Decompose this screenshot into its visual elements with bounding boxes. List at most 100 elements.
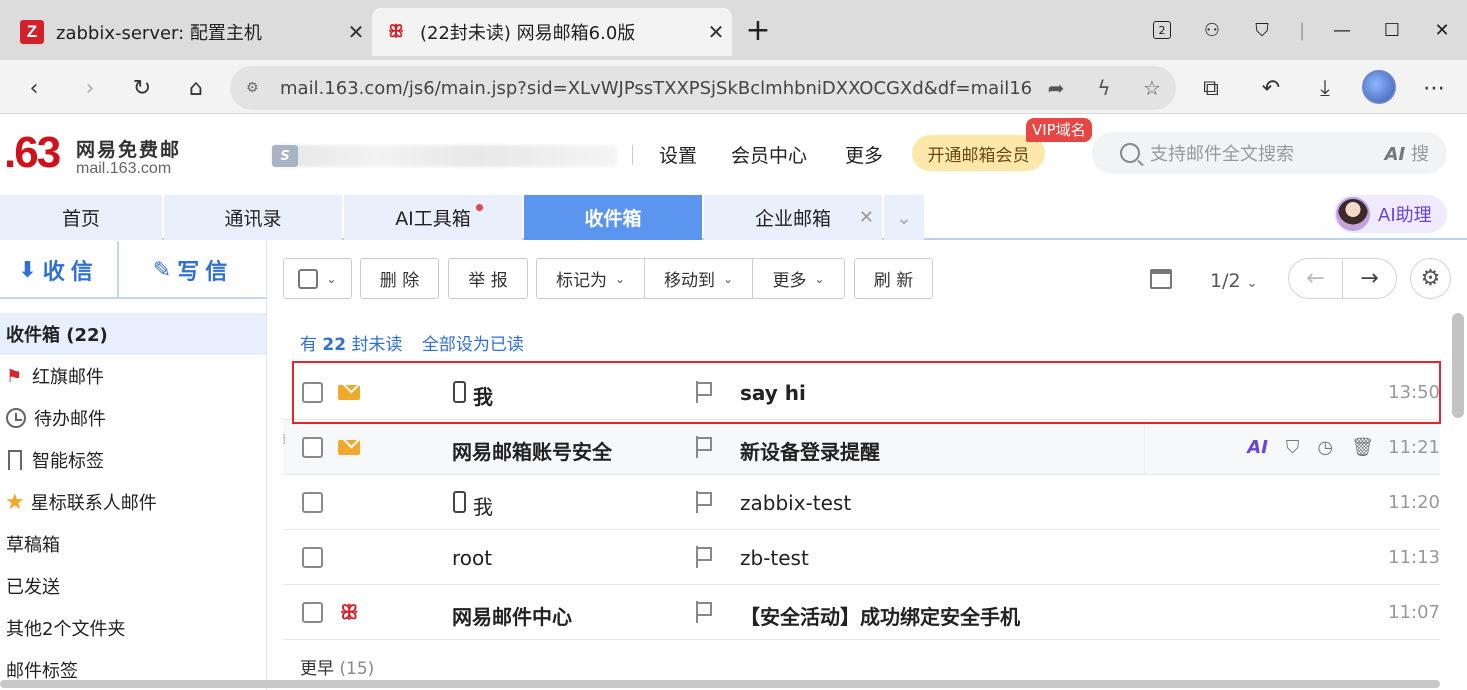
share-icon[interactable]: ➦ [1032, 76, 1080, 100]
incognito-icon[interactable]: ⚇ [1187, 0, 1237, 60]
folder-red-flag[interactable]: ⚑ 红旗邮件 [0, 355, 266, 397]
refresh-button[interactable]: 刷 新 [854, 258, 933, 299]
member-center-link[interactable]: 会员中心 [731, 141, 807, 168]
older-mails-group[interactable]: 更早 (15) [300, 654, 374, 679]
mail-subject: zabbix-test [740, 491, 852, 515]
folder-sent[interactable]: 已发送 [0, 565, 266, 607]
browser-tab-mail[interactable]: ꕥ (22封未读) 网易邮箱6.0版 ✕ [372, 8, 732, 56]
new-tab-button[interactable]: + [740, 14, 776, 50]
folder-other[interactable]: 其他2个文件夹 [0, 607, 266, 649]
folder-todo[interactable]: 待办邮件 [0, 397, 266, 439]
row-checkbox[interactable] [302, 492, 323, 513]
more-dropdown[interactable]: 更多 ⌄ [752, 258, 845, 299]
mail-row[interactable]: root zb-test 11:13 [283, 530, 1440, 585]
browser-titlebar: Z zabbix-server: 配置主机 ✕ ꕥ (22封未读) 网易邮箱6.… [0, 0, 1467, 60]
menu-dots-icon[interactable]: ⋯ [1416, 70, 1452, 106]
close-icon[interactable]: ✕ [859, 207, 874, 228]
trash-icon[interactable]: 🗑 [1351, 437, 1374, 458]
window-controls: 2 ⚇ ⛉ | — ☐ ✕ [1137, 0, 1467, 60]
undo-dropdown-icon[interactable]: ↶ [1253, 70, 1289, 106]
star-bookmark-icon[interactable]: ☆ [1128, 76, 1176, 100]
mark-all-read-link[interactable]: 全部设为已读 [422, 335, 524, 355]
mail-row[interactable]: 我 say hi 13:50 [283, 365, 1440, 420]
folder-starred-contacts[interactable]: ★ 星标联系人邮件 [0, 481, 266, 523]
select-all-dropdown[interactable]: ⌄ [283, 258, 352, 299]
tab-home[interactable]: 首页 [0, 195, 162, 240]
search-input[interactable]: 支持邮件全文搜索 AI 搜 [1092, 132, 1447, 174]
mail-row[interactable]: ⁞ 网易邮箱账号安全 新设备登录提醒 AI ⛉ ◷ 🗑 11:21 [282, 420, 1440, 475]
extension-shirt-icon[interactable]: ⛉ [1237, 0, 1287, 60]
mail-time: 11:20 [1388, 492, 1440, 513]
profile-avatar[interactable] [1362, 70, 1396, 104]
flag-icon[interactable] [696, 436, 712, 458]
back-icon[interactable]: ‹ [16, 70, 52, 106]
row-checkbox[interactable] [302, 437, 323, 458]
page-selector[interactable]: 1/2 ⌄ [1210, 270, 1258, 292]
account-name-blurred[interactable] [272, 145, 617, 167]
flag-icon[interactable] [696, 546, 712, 568]
maximize-icon[interactable]: ☐ [1367, 0, 1417, 60]
tab-enterprise-mail[interactable]: 企业邮箱 ✕ [704, 195, 882, 240]
mark-as-dropdown[interactable]: 标记为 ⌄ [536, 258, 645, 299]
ai-search-button[interactable]: AI 搜 [1385, 140, 1429, 166]
logo-163[interactable]: .63 [4, 131, 61, 175]
folder-smart-tags[interactable]: 智能标签 [0, 439, 266, 481]
move-to-dropdown[interactable]: 移动到 ⌄ [644, 258, 753, 299]
mail-subject: zb-test [740, 546, 809, 570]
inbox-download-icon: ⬇ [18, 257, 37, 283]
report-button[interactable]: 举 报 [448, 258, 528, 299]
tabs-dropdown-icon[interactable]: ⌄ [884, 195, 924, 240]
delete-button[interactable]: 删 除 [360, 258, 439, 299]
drag-handle-icon[interactable]: ⁞ [282, 433, 290, 447]
bookmark-icon[interactable]: ⛉ [1286, 437, 1300, 458]
vertical-scrollbar[interactable] [1452, 313, 1464, 418]
mail-row[interactable]: 我 zabbix-test 11:20 [283, 475, 1440, 530]
compose-button[interactable]: ✎ 写信 [119, 241, 267, 299]
reload-icon[interactable]: ↻ [124, 70, 160, 106]
unread-envelope-icon [338, 440, 360, 455]
ai-icon[interactable]: AI [1247, 437, 1268, 458]
row-checkbox[interactable] [302, 382, 323, 403]
folder-drafts[interactable]: 草稿箱 [0, 523, 266, 565]
ai-assistant-button[interactable]: AI助理 [1334, 195, 1447, 233]
select-all-checkbox[interactable] [298, 268, 319, 289]
home-icon[interactable]: ⌂ [178, 70, 214, 106]
flag-icon[interactable] [696, 381, 712, 403]
browser-tab-zabbix[interactable]: Z zabbix-server: 配置主机 ✕ [8, 8, 372, 56]
tab-contacts[interactable]: 通讯录 [164, 195, 342, 240]
unread-count[interactable]: 22 [322, 335, 346, 355]
calendar-icon[interactable] [1150, 269, 1172, 289]
folder-inbox[interactable]: 收件箱 (22) [0, 313, 266, 355]
mail-row[interactable]: ꕥ 网易邮件中心 【安全活动】成功绑定安全手机 11:07 [283, 585, 1440, 640]
close-icon[interactable]: ✕ [700, 20, 732, 44]
clock-icon[interactable]: ◷ [1317, 437, 1333, 458]
tab-ai-toolbox[interactable]: AI工具箱 [344, 195, 522, 240]
flag-icon[interactable] [696, 491, 712, 513]
next-page-icon[interactable]: → [1342, 259, 1396, 298]
more-link[interactable]: 更多 [845, 141, 883, 168]
site-info-icon[interactable]: ⚙ [246, 80, 268, 96]
settings-link[interactable]: 设置 [659, 141, 697, 168]
clock-icon [6, 408, 26, 428]
chevron-down-icon: ⌄ [326, 271, 337, 286]
flag-icon[interactable] [696, 601, 712, 623]
minimize-icon[interactable]: — [1317, 0, 1367, 60]
tab-count-icon[interactable]: 2 [1137, 0, 1187, 60]
url-text[interactable]: mail.163.com/js6/main.jsp?sid=XLvWJPssTX… [280, 78, 1032, 99]
extensions-icon[interactable]: ⧉ [1193, 70, 1229, 106]
gear-icon[interactable]: ⚙ [1410, 258, 1451, 299]
close-icon[interactable]: ✕ [340, 20, 372, 44]
mail-time: 11:13 [1388, 547, 1440, 568]
folder-sidebar: ⬇ 收信 ✎ 写信 收件箱 (22) ⚑ 红旗邮件 待办邮件 智能标签 ★ 星标联系人邮… [0, 241, 267, 690]
row-checkbox[interactable] [302, 547, 323, 568]
lightning-icon[interactable]: ϟ [1080, 76, 1128, 100]
forward-icon[interactable]: › [72, 70, 108, 106]
receive-button[interactable]: ⬇ 收信 [0, 241, 117, 299]
url-bar[interactable]: ⚙ mail.163.com/js6/main.jsp?sid=XLvWJPss… [230, 66, 1176, 110]
download-icon[interactable]: ⤓ [1307, 70, 1343, 106]
prev-page-icon[interactable]: ← [1289, 259, 1342, 298]
tab-inbox[interactable]: 收件箱 [524, 195, 702, 240]
horizontal-scrollbar[interactable] [0, 680, 1440, 688]
close-window-icon[interactable]: ✕ [1417, 0, 1467, 60]
row-checkbox[interactable] [302, 602, 323, 623]
